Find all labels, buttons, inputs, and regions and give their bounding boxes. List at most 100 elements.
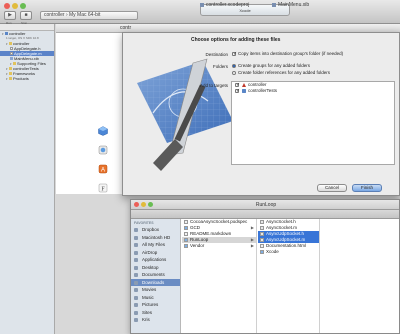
folder-icon <box>9 77 12 81</box>
file-name: AsyncUdpSocket.h <box>266 231 305 236</box>
sidebar-item-desktop[interactable]: Desktop <box>131 264 180 272</box>
sidebar-item-pictures[interactable]: Pictures <box>131 301 180 309</box>
tab-mainmenu[interactable]: MainMenu.xib <box>272 0 309 10</box>
finder-window-title: RunLoop <box>255 202 277 208</box>
sidebar-location-icon <box>134 235 138 240</box>
sidebar-item-label: Dropbox <box>142 227 160 232</box>
disclosure-arrow-icon: ▶ <box>250 243 254 248</box>
navigator-tree: ▾ controller 1 target, OS X SDK 10.8 ▾ contr… <box>0 31 54 81</box>
finder-zoom-button[interactable] <box>148 202 153 207</box>
sidebar-item-label: Downloads <box>142 279 165 285</box>
file-name: RunLoop <box>190 237 209 242</box>
target-row[interactable]: controllerTests <box>232 88 394 94</box>
stop-icon: ■ <box>24 12 28 18</box>
sidebar-location-icon <box>134 273 138 277</box>
file-name: Documentation.html <box>266 243 307 248</box>
xib-icon <box>272 2 276 7</box>
sidebar-item-all-my-files[interactable]: All My Files <box>131 241 180 249</box>
sidebar-location-icon <box>134 318 138 322</box>
file-list-item[interactable]: Xcode <box>258 249 319 255</box>
sidebar-item-label: AirDrop <box>142 249 158 255</box>
sidebar-location-icon <box>134 288 138 292</box>
font-manager-icon[interactable]: F <box>98 183 108 193</box>
navigator-item[interactable]: ▾ Products <box>0 76 54 81</box>
finder-column-1: CocoaAsyncSocket.podspec GCD ▶ README.markd… <box>182 219 257 333</box>
finder-minimize-button[interactable] <box>141 202 146 207</box>
target-checkbox[interactable] <box>235 88 240 94</box>
sidebar-item-label: Macintosh HD <box>142 234 171 240</box>
stop-button[interactable]: ■ <box>20 11 32 20</box>
sidebar-item-label: Documents <box>142 272 165 277</box>
sidebar-item-downloads[interactable]: Downloads <box>131 278 180 286</box>
sidebar-item-documents[interactable]: Documents <box>131 271 180 279</box>
sidebar-item-label: Desktop <box>142 264 159 270</box>
svg-text:A: A <box>101 167 105 173</box>
sidebar-location-icon <box>134 265 138 270</box>
tab-mainmenu-label: MainMenu.xib <box>278 2 310 8</box>
copy-items-label: Copy items into destination group's fold… <box>238 51 344 56</box>
create-groups-radio[interactable] <box>232 64 236 68</box>
object-library-icons: A F <box>98 126 108 202</box>
sidebar-item-label: Kris <box>142 317 150 322</box>
targets-list: controller controllerTests <box>231 81 395 165</box>
cancel-button[interactable]: Cancel <box>317 184 347 192</box>
project-navigator: ▾ controller 1 target, OS X SDK 10.8 ▾ contr… <box>0 24 55 334</box>
finder-toolbar <box>131 210 399 219</box>
add-files-options-sheet: Choose options for adding these files De… <box>122 32 400 196</box>
sidebar-item-movies[interactable]: Movies <box>131 286 180 294</box>
sidebar-item-sites[interactable]: Sites <box>131 309 180 317</box>
sidebar-item-airdrop[interactable]: AirDrop <box>131 249 180 257</box>
document-icon <box>260 232 264 236</box>
app-target-icon <box>242 83 246 87</box>
target-checkbox[interactable] <box>235 82 240 88</box>
sidebar-location-icon <box>134 303 138 307</box>
first-responder-icon[interactable]: A <box>98 164 108 174</box>
document-icon <box>184 220 188 224</box>
sheet-title: Choose options for adding these files <box>191 37 281 43</box>
file-icon <box>10 52 13 56</box>
file-icon <box>10 47 13 51</box>
file-name: Xcode <box>266 249 279 254</box>
sidebar-item-dropbox[interactable]: Dropbox <box>131 226 180 234</box>
sidebar-item-kris[interactable]: Kris <box>131 316 180 324</box>
finder-close-button[interactable] <box>134 202 139 207</box>
sidebar-location-icon <box>134 250 138 255</box>
document-icon <box>260 238 264 242</box>
project-icon <box>200 2 204 7</box>
object-icon[interactable] <box>98 145 108 155</box>
finder-column-2: AsyncSocket.h AsyncSocket.m AsyncUdpSocket… <box>258 219 320 333</box>
finder-window: RunLoop FAVORITES Dropbox Macintosh HD All… <box>130 199 400 334</box>
finish-button[interactable]: Finish <box>352 184 382 192</box>
scheme-selector[interactable]: controller › My Mac 64-bit <box>40 11 138 20</box>
document-icon <box>260 226 264 230</box>
file-name: README.markdown <box>190 231 232 236</box>
sidebar-item-macintosh-hd[interactable]: Macintosh HD <box>131 234 180 242</box>
tab-project[interactable]: controller.xcodeproj <box>200 0 249 10</box>
sidebar-item-applications[interactable]: Applications <box>131 256 180 264</box>
test-target-icon <box>242 89 246 93</box>
document-icon <box>184 232 188 236</box>
sidebar-item-label: Movies <box>142 287 157 292</box>
run-button[interactable]: ▶ <box>4 11 16 20</box>
finder-sidebar: FAVORITES Dropbox Macintosh HD All My File… <box>131 219 181 333</box>
file-name: AsyncUdpSocket.m <box>266 237 306 242</box>
folder-icon <box>184 238 188 242</box>
finder-titlebar: RunLoop <box>131 200 399 210</box>
folder-icon <box>184 244 188 248</box>
navigator-item-label: Products <box>13 76 29 81</box>
file-list-item[interactable]: Vendor ▶ <box>182 243 256 249</box>
sidebar-location-icon <box>134 280 138 285</box>
sidebar-location-icon <box>134 258 138 262</box>
navigator-item-label: 1 target, OS X SDK 10.8 <box>6 36 39 40</box>
create-folder-references-label: Create folder references for any added f… <box>238 70 331 75</box>
sidebar-location-icon <box>134 295 138 300</box>
target-label: controllerTests <box>248 88 278 93</box>
navigator-tab-bar[interactable] <box>0 24 54 31</box>
file-name: CocoaAsyncSocket.podspec <box>190 219 248 224</box>
sidebar-item-music[interactable]: Music <box>131 294 180 302</box>
create-folder-references-radio[interactable] <box>232 71 236 75</box>
cube-icon[interactable] <box>98 126 108 136</box>
folder-icon <box>13 62 16 66</box>
sidebar-header-favorites: FAVORITES <box>134 221 154 225</box>
copy-items-checkbox[interactable] <box>232 51 237 57</box>
